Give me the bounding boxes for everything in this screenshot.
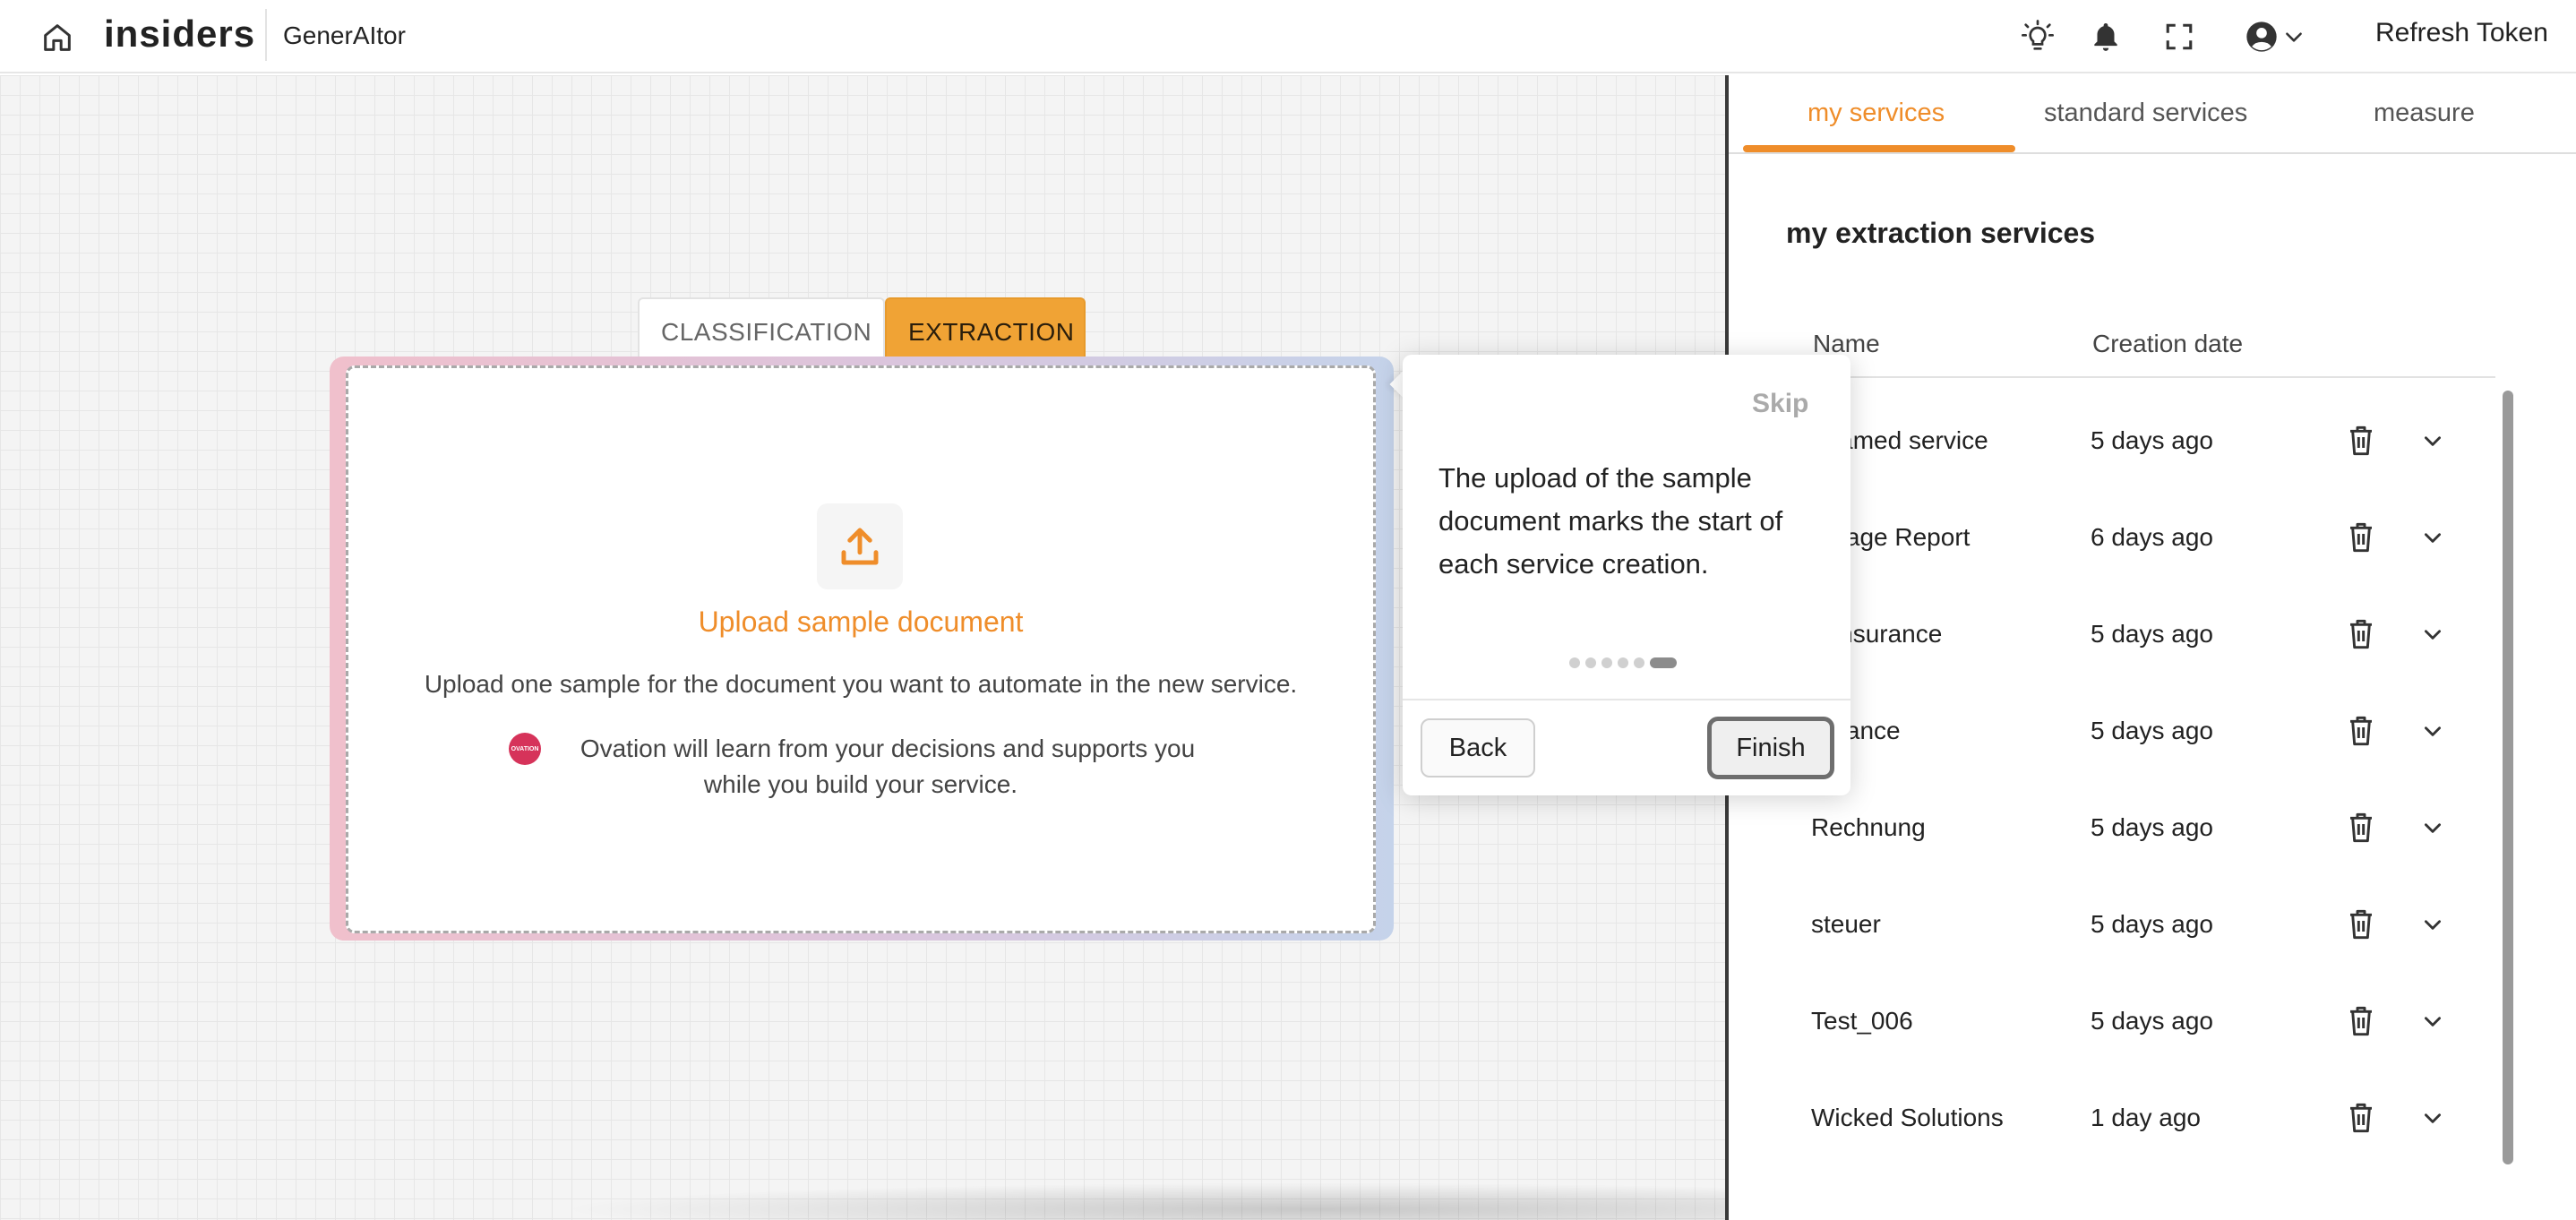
service-date: 1 day ago	[2091, 1104, 2201, 1131]
app-name: GenerAItor	[283, 21, 406, 49]
chevron-down-icon[interactable]	[2417, 715, 2449, 747]
service-name[interactable]: Test_006	[1811, 1007, 1913, 1035]
service-date: 5 days ago	[2091, 620, 2213, 648]
tab-extraction[interactable]: EXTRACTION	[885, 297, 1086, 365]
panel-title: my extraction services	[1786, 217, 2096, 249]
fullscreen-icon[interactable]	[2159, 16, 2200, 57]
upload-icon[interactable]	[817, 503, 903, 589]
trash-icon[interactable]	[2343, 421, 2379, 460]
ovation-hint-line2: while you build your service.	[703, 770, 1018, 798]
service-row[interactable]: o Insurance 5 days ago	[1786, 607, 2494, 661]
active-tab-indicator	[1743, 145, 2015, 152]
trash-icon[interactable]	[2343, 808, 2379, 847]
tour-step-dot	[1569, 657, 1580, 668]
lightbulb-icon[interactable]	[2017, 16, 2058, 57]
tab-measure[interactable]: measure	[2374, 99, 2475, 128]
tour-skip-button[interactable]: Skip	[1752, 389, 1808, 419]
service-name[interactable]: steuer	[1811, 910, 1881, 939]
service-date: 5 days ago	[2091, 426, 2213, 454]
chevron-down-icon[interactable]	[2417, 425, 2449, 457]
service-name[interactable]: Rechnung	[1811, 813, 1926, 842]
tour-step-dot-active	[1650, 657, 1677, 668]
trash-icon[interactable]	[2343, 1098, 2379, 1138]
app-root: insiders GenerAItor Refresh Token CLASSI…	[0, 0, 2576, 1220]
service-date: 5 days ago	[2091, 813, 2213, 841]
tab-standard-services[interactable]: standard services	[2044, 99, 2247, 128]
trash-icon[interactable]	[2343, 614, 2379, 654]
service-row[interactable]: Test_006 5 days ago	[1786, 994, 2494, 1048]
chevron-down-icon[interactable]	[2279, 16, 2309, 57]
trash-icon[interactable]	[2343, 518, 2379, 557]
bell-icon[interactable]	[2085, 16, 2126, 57]
chevron-down-icon[interactable]	[2417, 521, 2449, 554]
tab-classification[interactable]: CLASSIFICATION	[638, 297, 885, 365]
service-row[interactable]: amage Report 6 days ago	[1786, 511, 2494, 564]
tour-step-dot	[1618, 657, 1628, 668]
upload-description: Upload one sample for the document you w…	[424, 670, 1298, 698]
service-row[interactable]: nnamed service 5 days ago	[1786, 414, 2494, 468]
upload-dropzone[interactable]	[346, 365, 1376, 933]
chevron-down-icon[interactable]	[2417, 1102, 2449, 1134]
trash-icon[interactable]	[2343, 905, 2379, 944]
service-date: 6 days ago	[2091, 523, 2213, 551]
mode-tabs: CLASSIFICATION EXTRACTION	[638, 297, 1086, 365]
service-row[interactable]: Wicked Solutions 1 day ago	[1786, 1091, 2494, 1145]
refresh-token-button[interactable]: Refresh Token	[2375, 18, 2548, 48]
tab-my-services[interactable]: my services	[1807, 99, 1945, 128]
brand-divider	[265, 9, 267, 61]
tour-finish-button[interactable]: Finish	[1707, 717, 1834, 779]
service-date: 5 days ago	[2091, 1007, 2213, 1035]
panel-tabs: my services standard services measure	[1729, 75, 2576, 154]
service-row[interactable]: steuer 5 days ago	[1786, 898, 2494, 951]
service-date: 5 days ago	[2091, 717, 2213, 744]
tour-back-button[interactable]: Back	[1421, 718, 1535, 778]
tour-divider	[1403, 699, 1850, 700]
chevron-down-icon[interactable]	[2417, 812, 2449, 844]
home-icon[interactable]	[39, 20, 75, 56]
tour-step-dot	[1585, 657, 1596, 668]
upload-title[interactable]: Upload sample document	[346, 606, 1376, 639]
header-divider	[1786, 376, 2495, 378]
service-name[interactable]: Wicked Solutions	[1811, 1104, 2004, 1132]
chevron-down-icon[interactable]	[2417, 618, 2449, 650]
trash-icon[interactable]	[2343, 711, 2379, 751]
service-row[interactable]: surance 5 days ago	[1786, 704, 2494, 758]
column-header-date[interactable]: Creation date	[2092, 330, 2243, 358]
service-row[interactable]: Rechnung 5 days ago	[1786, 801, 2494, 855]
brand-logo[interactable]: insiders	[104, 13, 255, 56]
tour-step-dot	[1601, 657, 1612, 668]
chevron-down-icon[interactable]	[2417, 1005, 2449, 1037]
service-date: 5 days ago	[2091, 910, 2213, 938]
ovation-hint-line1: Ovation will learn from your decisions a…	[580, 735, 1196, 762]
trash-icon[interactable]	[2343, 1001, 2379, 1041]
list-scrollbar[interactable]	[2503, 391, 2513, 1164]
tour-step-dot	[1634, 657, 1644, 668]
tour-text: The upload of the sample document marks …	[1438, 462, 1783, 580]
tour-progress	[1569, 657, 1677, 668]
top-header: insiders GenerAItor Refresh Token	[0, 0, 2576, 73]
user-circle-icon[interactable]	[2241, 16, 2282, 57]
chevron-down-icon[interactable]	[2417, 908, 2449, 941]
